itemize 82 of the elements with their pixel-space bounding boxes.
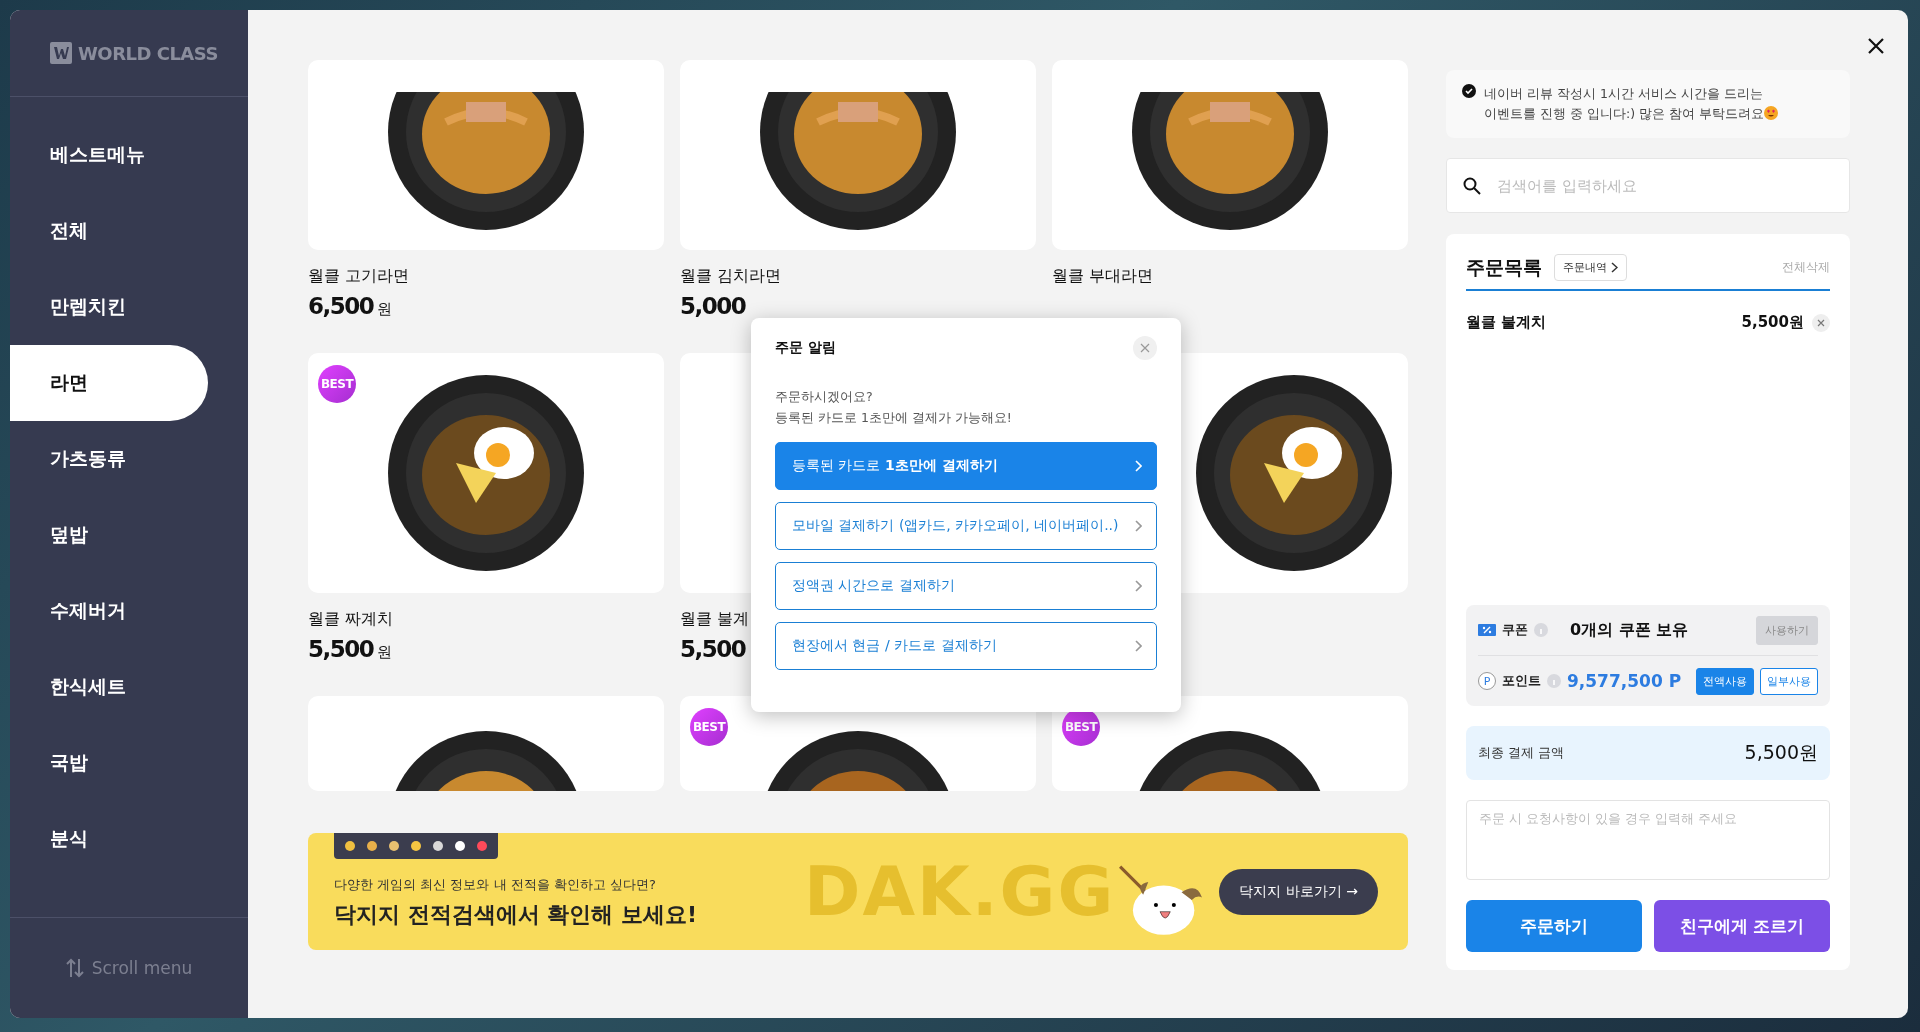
product-card[interactable] bbox=[308, 60, 664, 250]
game-icon bbox=[432, 840, 444, 852]
menu-item[interactable]: 전체 bbox=[10, 193, 208, 269]
order-button[interactable]: 주문하기 bbox=[1466, 900, 1642, 952]
order-list-title: 주문목록 bbox=[1466, 254, 1542, 280]
product-name: 월클 김치라면 bbox=[680, 266, 783, 287]
payment-option-button[interactable]: 정액권 시간으로 결제하기 bbox=[775, 562, 1157, 610]
menu-item[interactable]: 라면 bbox=[10, 345, 208, 421]
coupon-label: 쿠폰 bbox=[1502, 621, 1528, 639]
info-icon bbox=[1547, 674, 1561, 688]
notice-text: 네이버 리뷰 작성시 1시간 서비스 시간을 드리는 이벤트를 진행 중 입니다:) 많은 참여 부탁드려요 bbox=[1484, 84, 1778, 124]
price-unit: 원 bbox=[377, 300, 393, 319]
points-option-button[interactable]: 일부사용 bbox=[1760, 667, 1818, 695]
coupon-count: 0개의 쿠폰 보유 bbox=[1570, 619, 1689, 641]
up-down-arrows-icon bbox=[65, 957, 84, 979]
menu-item[interactable]: 분식 bbox=[10, 801, 208, 877]
points-option-button[interactable]: 전액사용 bbox=[1696, 667, 1754, 695]
chevron-right-icon bbox=[1135, 640, 1142, 652]
best-badge: BEST bbox=[318, 365, 356, 403]
scroll-hint: Scroll menu bbox=[91, 958, 193, 978]
product-price: 5,000 bbox=[680, 293, 746, 319]
total-amount: 5,500원 bbox=[1744, 740, 1818, 765]
dialog-title: 주문 알림 bbox=[775, 339, 836, 357]
points-label: 포인트 bbox=[1502, 672, 1541, 690]
order-history-button[interactable]: 주문내역 bbox=[1554, 254, 1627, 281]
order-item-price: 5,500원 bbox=[1741, 313, 1804, 332]
game-icon bbox=[366, 840, 378, 852]
game-icon bbox=[388, 840, 400, 852]
total-label: 최종 결제 금액 bbox=[1478, 744, 1564, 762]
close-icon bbox=[1140, 343, 1150, 353]
close-icon bbox=[1817, 318, 1825, 327]
banner-subtitle: 다양한 게임의 최신 정보와 내 전적을 확인하고 싶다면? bbox=[334, 875, 657, 894]
dialog-close-button[interactable] bbox=[1133, 336, 1157, 360]
menu-item[interactable]: 가츠동류 bbox=[10, 421, 208, 497]
menu-item[interactable]: 수제버거 bbox=[10, 573, 208, 649]
request-field[interactable]: 주문 시 요청사항이 있을 경우 입력해 주세요 bbox=[1466, 800, 1830, 880]
product-name: 월클 불계 bbox=[680, 609, 751, 630]
point-badge: P bbox=[1478, 672, 1496, 690]
menu-item[interactable]: 덮밥 bbox=[10, 497, 208, 573]
chevron-right-icon bbox=[1611, 262, 1618, 273]
w-logo-icon bbox=[50, 42, 72, 64]
product-card[interactable] bbox=[308, 696, 664, 791]
menu-item[interactable]: 베스트메뉴 bbox=[10, 117, 208, 193]
check-circle-icon bbox=[1462, 84, 1476, 98]
game-icon bbox=[410, 840, 422, 852]
game-icon bbox=[344, 840, 356, 852]
payment-option-button[interactable]: 모바일 결제하기 (앱카드, 카카오페이, 네이버페이..) bbox=[775, 502, 1157, 550]
chevron-right-icon bbox=[1135, 580, 1142, 592]
product-price: 5,500 bbox=[308, 636, 374, 662]
product-card[interactable]: BEST bbox=[1052, 696, 1408, 791]
order-item-name: 월클 불계치 bbox=[1466, 313, 1548, 332]
product-name: 월클 부대라면 bbox=[1052, 266, 1155, 287]
banner-button[interactable]: 닥지지 바로가기 → bbox=[1219, 868, 1378, 915]
search-icon bbox=[1463, 176, 1481, 195]
dialog-message: 주문하시겠어요? 등록된 카드로 1초만에 결제가 가능해요! bbox=[775, 388, 1013, 427]
info-icon bbox=[1534, 623, 1548, 637]
product-name: 월클 고기라면 bbox=[308, 266, 411, 287]
chevron-right-icon bbox=[1135, 460, 1142, 472]
coupon-icon bbox=[1478, 624, 1496, 636]
product-name: 월클 짜계치 bbox=[308, 609, 395, 630]
logo-text: WORLD CLASS bbox=[78, 42, 218, 64]
search-field[interactable]: 검색어를 입력하세요 bbox=[1446, 158, 1850, 213]
menu-item[interactable]: 만렙치킨 bbox=[10, 269, 208, 345]
menu-item[interactable]: 한식세트 bbox=[10, 649, 208, 725]
menu-item[interactable]: 국밥 bbox=[10, 725, 208, 801]
points-balance: 9,577,500 P bbox=[1567, 671, 1682, 691]
game-icon bbox=[454, 840, 466, 852]
payment-option-button[interactable]: 등록된 카드로 1초만에 결제하기 bbox=[775, 442, 1157, 490]
payment-option-button[interactable]: 현장에서 현금 / 카드로 결제하기 bbox=[775, 622, 1157, 670]
product-price: 6,500 bbox=[308, 293, 374, 319]
heart-eyes-emoji-icon bbox=[1763, 106, 1778, 120]
product-card[interactable]: BEST bbox=[308, 353, 664, 593]
chevron-right-icon bbox=[1135, 520, 1142, 532]
product-card[interactable] bbox=[680, 60, 1036, 250]
game-icon bbox=[476, 840, 488, 852]
banner-title: 닥지지 전적검색에서 확인해 보세요! bbox=[334, 900, 698, 929]
product-price: 5,500 bbox=[680, 636, 746, 662]
price-unit: 원 bbox=[377, 643, 393, 662]
request-friend-button[interactable]: 친구에게 조르기 bbox=[1654, 900, 1830, 952]
product-card[interactable] bbox=[1052, 60, 1408, 250]
best-badge: BEST bbox=[690, 708, 728, 746]
remove-button[interactable] bbox=[1812, 313, 1830, 332]
